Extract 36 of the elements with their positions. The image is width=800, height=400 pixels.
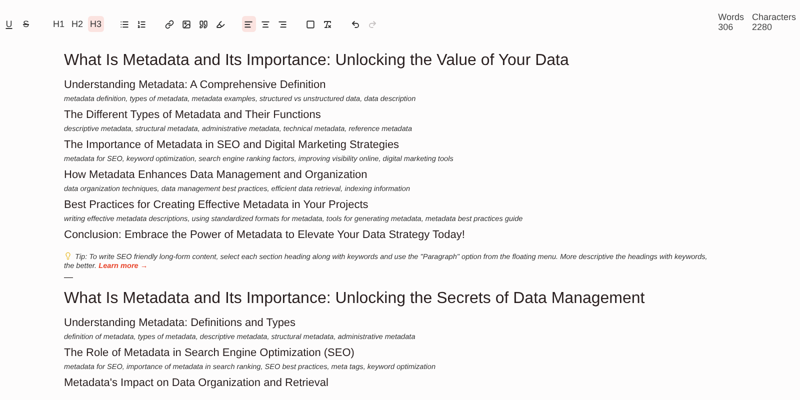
bullet-list-icon bbox=[120, 20, 130, 28]
section-heading: Best Practices for Creating Effective Metadata in Your Projects bbox=[64, 199, 370, 212]
clear-format-icon bbox=[323, 20, 332, 28]
link-icon bbox=[165, 20, 174, 28]
separator-dash: — bbox=[64, 272, 74, 282]
align-left-button[interactable] bbox=[242, 16, 256, 32]
format-button[interactable]: U bbox=[2, 16, 16, 32]
section-heading: The Importance of Metadata in SEO and Digital Marketing Strategies bbox=[64, 139, 400, 152]
align-left-icon bbox=[244, 20, 254, 28]
format-button[interactable]: S bbox=[19, 16, 33, 32]
heading-button[interactable]: H3 bbox=[88, 16, 104, 32]
heading-button[interactable]: H1 bbox=[51, 16, 67, 32]
highlighter-icon bbox=[216, 20, 226, 28]
section-heading: Conclusion: Embrace the Power of Metadata to Elevate Your Data Strategy Today! bbox=[64, 229, 466, 242]
heading-button[interactable]: H2 bbox=[70, 16, 86, 32]
numbered-list-icon bbox=[137, 20, 146, 28]
image-icon bbox=[182, 20, 192, 28]
quote-icon bbox=[199, 20, 208, 28]
align-center-icon bbox=[261, 20, 270, 28]
section-heading: Understanding Metadata: A Comprehensive Definition bbox=[64, 79, 327, 92]
undo-icon bbox=[351, 20, 360, 28]
lightbulb-icon bbox=[64, 252, 72, 260]
section-heading: Understanding Metadata: Definitions and Types bbox=[64, 317, 297, 330]
stat-value: 2280 bbox=[752, 22, 774, 32]
section-heading: Metadata's Impact on Data Organization and Retrieval bbox=[64, 377, 330, 390]
section-heading: How Metadata Enhances Data Management and Organization bbox=[64, 169, 368, 182]
redo-icon bbox=[368, 20, 378, 28]
square-icon bbox=[306, 20, 316, 28]
stat-label: Words bbox=[718, 12, 744, 22]
document-title: What Is Metadata and Its Importance: Unlocking the Value of Your Data bbox=[64, 52, 570, 70]
stat-value: 306 bbox=[718, 22, 734, 32]
document-title: What Is Metadata and Its Importance: Unlocking the Secrets of Data Management bbox=[64, 290, 646, 308]
stat-label: Characters bbox=[752, 12, 796, 22]
section-heading: The Different Types of Metadata and Their Functions bbox=[64, 109, 322, 122]
align-right-icon bbox=[278, 20, 288, 28]
section-heading: The Role of Metadata in Search Engine Optimization (SEO) bbox=[64, 347, 356, 360]
